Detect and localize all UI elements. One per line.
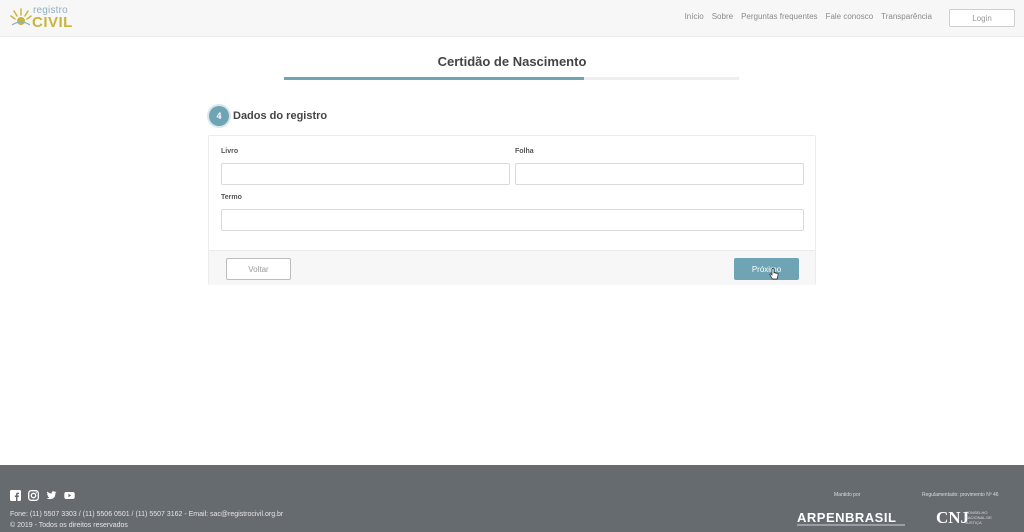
hand-cursor-icon [769, 268, 779, 280]
form-actions: Voltar Próximo [209, 250, 815, 285]
livro-input[interactable] [221, 163, 510, 185]
twitter-icon[interactable] [46, 490, 57, 501]
arpen-logo-underline [797, 524, 905, 526]
maintained-by-label: Mantido por [834, 492, 861, 498]
progress-bar [284, 77, 739, 80]
step-title: Dados do registro [233, 110, 328, 122]
cnj-logo-subtitle: CONSELHO NACIONAL DE JUSTIÇA [965, 510, 992, 525]
sun-logo-icon [10, 8, 32, 26]
next-button[interactable]: Próximo [734, 258, 799, 280]
social-links [10, 490, 75, 501]
back-button[interactable]: Voltar [226, 258, 291, 280]
header: registro CIVIL Início Sobre Perguntas fr… [0, 0, 1024, 37]
form-card: Livro Folha Termo Voltar Próximo [208, 135, 816, 285]
livro-label: Livro [221, 148, 239, 155]
footer-contact: Fone: (11) 5507 3303 / (11) 5506 0501 / … [10, 511, 284, 518]
login-button[interactable]: Login [949, 9, 1015, 27]
instagram-icon[interactable] [28, 490, 39, 501]
youtube-icon[interactable] [64, 490, 75, 501]
site-footer: Fone: (11) 5507 3303 / (11) 5506 0501 / … [0, 465, 1024, 532]
logo-text-civil: CIVIL [32, 14, 73, 31]
facebook-icon[interactable] [10, 490, 21, 501]
footer-copyright: © 2019 - Todos os direitos reservados [10, 522, 128, 529]
nav-transparencia[interactable]: Transparência [881, 12, 932, 21]
nav-sobre[interactable]: Sobre [712, 12, 733, 21]
nav-inicio[interactable]: Início [685, 12, 704, 21]
arpen-brasil-logo[interactable]: ARPENBRASIL [797, 510, 896, 525]
page-title: Certidão de Nascimento [437, 54, 587, 69]
nav-fale-conosco[interactable]: Fale conosco [826, 12, 874, 21]
nav-perguntas-frequentes[interactable]: Perguntas frequentes [741, 12, 818, 21]
folha-label: Folha [515, 148, 534, 155]
main-nav: Início Sobre Perguntas frequentes Fale c… [685, 12, 932, 21]
termo-input[interactable] [221, 209, 804, 231]
regulation-label: Regulamentado: provimento Nº 46 [922, 492, 999, 498]
folha-input[interactable] [515, 163, 804, 185]
progress-bar-fill [284, 77, 585, 80]
registro-civil-logo[interactable]: registro CIVIL [10, 4, 80, 32]
termo-label: Termo [221, 194, 242, 201]
step-number-badge: 4 [209, 106, 229, 126]
